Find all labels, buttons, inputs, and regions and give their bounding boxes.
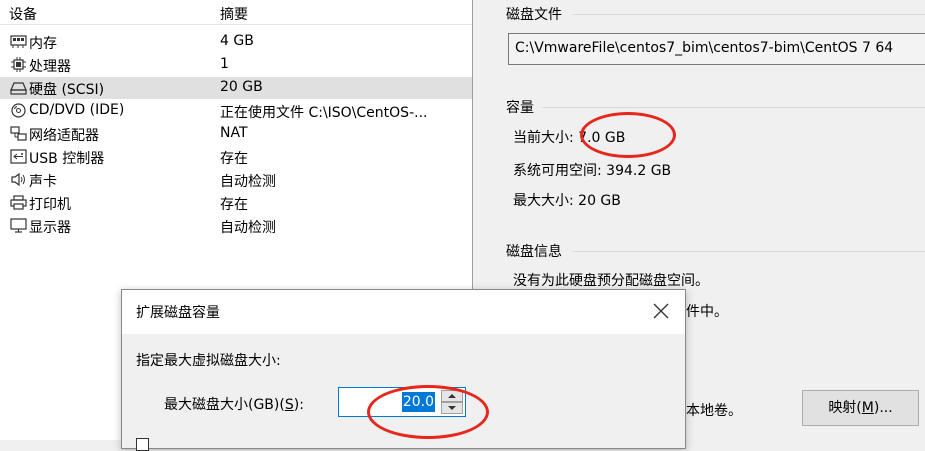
current-size-label: 当前大小 bbox=[513, 130, 569, 146]
usb-controller-icon bbox=[10, 149, 27, 164]
group-divider bbox=[542, 107, 925, 108]
device-summary: 存在 bbox=[220, 151, 248, 167]
hardware-row-usb-controller[interactable]: USB 控制器 存在 bbox=[0, 146, 472, 168]
disk-file-group-label: 磁盘文件 bbox=[506, 7, 562, 23]
dialog-titlebar: 扩展磁盘容量 bbox=[122, 290, 685, 334]
cd-dvd-icon bbox=[10, 103, 27, 118]
hardware-row-sound-card[interactable]: 声卡 自动检测 bbox=[0, 169, 472, 191]
disk-file-path-field[interactable]: C:\VmwareFile\centos7_bim\centos7-bim\Ce… bbox=[508, 33, 925, 65]
sound-card-icon bbox=[10, 172, 27, 187]
device-list-header: 设备 摘要 bbox=[0, 0, 472, 25]
utilities-text: 本地卷。 bbox=[686, 403, 742, 419]
group-divider bbox=[572, 14, 925, 15]
device-name: 处理器 bbox=[29, 59, 71, 75]
device-summary: 自动检测 bbox=[220, 220, 276, 236]
chevron-down-icon bbox=[448, 406, 456, 410]
device-name: 网络适配器 bbox=[29, 128, 99, 144]
device-name: USB 控制器 bbox=[29, 151, 105, 167]
processor-icon bbox=[10, 57, 27, 72]
max-size-line: 最大大小: 20 GB bbox=[513, 193, 621, 209]
capacity-group-label: 容量 bbox=[506, 100, 534, 116]
hardware-row-network-adapter[interactable]: 网络适配器 NAT bbox=[0, 123, 472, 145]
expand-disk-dialog: 扩展磁盘容量 指定最大虚拟磁盘大小: 最大磁盘大小(GB)(S): 20.0 bbox=[121, 289, 686, 451]
available-space-value: 394.2 GB bbox=[606, 163, 672, 179]
hardware-row-cd-dvd[interactable]: CD/DVD (IDE) 正在使用文件 C:\ISO\CentOS-... bbox=[0, 100, 472, 122]
hardware-row-printer[interactable]: 打印机 存在 bbox=[0, 192, 472, 214]
current-size-value: 7.0 GB bbox=[578, 130, 626, 146]
spin-down-button[interactable] bbox=[441, 402, 463, 414]
device-summary: 存在 bbox=[220, 197, 248, 213]
device-name: 声卡 bbox=[29, 174, 57, 190]
max-disk-size-input[interactable]: 20.0 bbox=[338, 387, 466, 417]
disk-info-text-1: 没有为此硬盘预分配磁盘空间。 bbox=[513, 273, 709, 289]
device-summary: 4 GB bbox=[220, 33, 254, 49]
dialog-title: 扩展磁盘容量 bbox=[136, 305, 220, 321]
disk-file-path-text: C:\VmwareFile\centos7_bim\centos7-bim\Ce… bbox=[515, 40, 894, 56]
hardware-row-display[interactable]: 显示器 自动检测 bbox=[0, 215, 472, 237]
max-disk-size-value: 20.0 bbox=[401, 392, 435, 412]
device-name: 打印机 bbox=[29, 197, 71, 213]
display-icon bbox=[10, 218, 27, 233]
device-name: 内存 bbox=[29, 36, 57, 52]
available-space-label: 系统可用空间 bbox=[513, 163, 597, 179]
group-divider bbox=[572, 251, 925, 252]
max-disk-size-label: 最大磁盘大小(GB)(S): bbox=[164, 397, 304, 413]
dialog-prompt: 指定最大虚拟磁盘大小: bbox=[136, 353, 281, 369]
close-icon[interactable] bbox=[649, 299, 673, 323]
map-button[interactable]: 映射(M)... bbox=[802, 390, 919, 426]
available-space-line: 系统可用空间: 394.2 GB bbox=[513, 163, 672, 179]
disk-info-group-label: 磁盘信息 bbox=[506, 244, 562, 260]
device-name: 显示器 bbox=[29, 220, 71, 236]
memory-icon bbox=[10, 34, 27, 49]
max-size-value: 20 GB bbox=[578, 193, 621, 209]
device-summary: 自动检测 bbox=[220, 174, 276, 190]
device-summary: NAT bbox=[220, 125, 248, 141]
hardware-row-processor[interactable]: 处理器 1 bbox=[0, 54, 472, 76]
device-summary: 20 GB bbox=[220, 79, 263, 95]
device-column-header[interactable]: 设备 bbox=[9, 4, 37, 24]
hardware-row-memory[interactable]: 内存 4 GB bbox=[0, 31, 472, 53]
disk-info-text-2: 件中。 bbox=[686, 304, 728, 320]
printer-icon bbox=[10, 195, 27, 210]
device-name: CD/DVD (IDE) bbox=[29, 102, 125, 118]
current-size-line: 当前大小: 7.0 GB bbox=[513, 130, 626, 146]
network-adapter-icon bbox=[10, 126, 27, 141]
spin-up-button[interactable] bbox=[441, 390, 463, 402]
size-spinner bbox=[441, 390, 463, 414]
chevron-up-icon bbox=[448, 394, 456, 398]
device-summary: 1 bbox=[220, 56, 229, 72]
hardware-row-hard-disk[interactable]: 硬盘 (SCSI) 20 GB bbox=[0, 77, 472, 99]
device-name: 硬盘 (SCSI) bbox=[29, 82, 105, 98]
summary-column-header[interactable]: 摘要 bbox=[220, 4, 248, 24]
max-size-label: 最大大小 bbox=[513, 193, 569, 209]
device-summary: 正在使用文件 C:\ISO\CentOS-... bbox=[220, 105, 428, 121]
hard-disk-icon bbox=[10, 80, 27, 95]
